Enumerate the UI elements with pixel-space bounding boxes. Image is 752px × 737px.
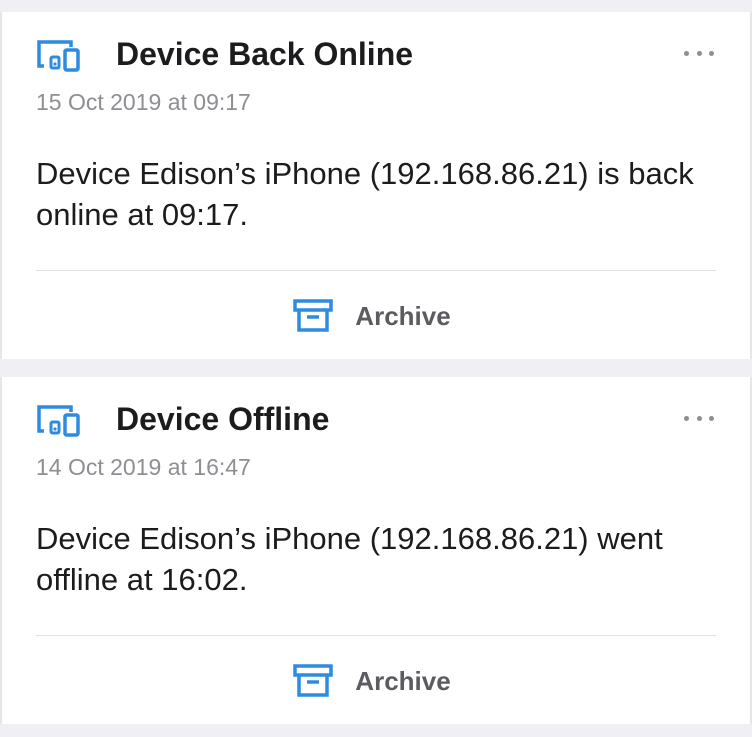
notification-title: Device Offline bbox=[116, 401, 330, 437]
devices-icon bbox=[36, 404, 82, 438]
notification-message: Device Edison’s iPhone (192.168.86.21) w… bbox=[36, 521, 663, 597]
archive-button[interactable]: Archive bbox=[2, 292, 750, 340]
divider bbox=[36, 635, 716, 636]
notification-timestamp: 14 Oct 2019 at 16:47 bbox=[36, 454, 251, 480]
devices-icon bbox=[36, 39, 82, 73]
archive-label: Archive bbox=[355, 665, 451, 696]
archive-button[interactable]: Archive bbox=[2, 657, 750, 705]
notification-timestamp: 15 Oct 2019 at 09:17 bbox=[36, 89, 251, 115]
more-icon bbox=[684, 415, 689, 421]
more-options-button[interactable] bbox=[684, 411, 714, 425]
notification-title: Device Back Online bbox=[116, 36, 414, 72]
more-options-button[interactable] bbox=[684, 46, 714, 60]
notification-message: Device Edison’s iPhone (192.168.86.21) i… bbox=[36, 156, 694, 232]
notification-card: Device Back Online 15 Oct 2019 at 09:17 … bbox=[0, 12, 752, 359]
archive-icon bbox=[293, 664, 334, 698]
notification-card: Device Offline 14 Oct 2019 at 16:47 Devi… bbox=[0, 377, 752, 724]
more-icon bbox=[684, 50, 689, 56]
archive-icon bbox=[293, 299, 334, 333]
divider bbox=[36, 270, 716, 271]
archive-label: Archive bbox=[355, 300, 451, 331]
